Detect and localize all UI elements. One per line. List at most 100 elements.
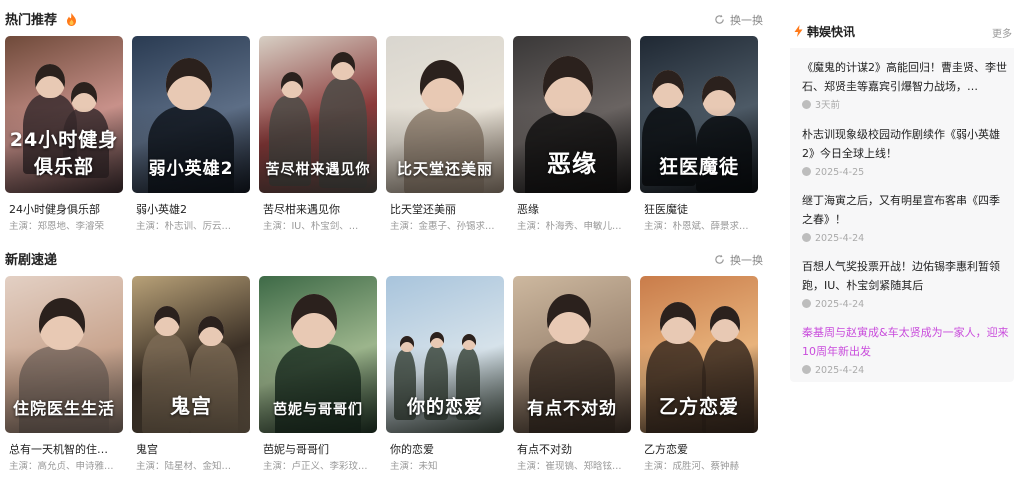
news-headline[interactable]: 朴志训现象级校园动作剧续作《弱小英雄2》今日全球上线！ xyxy=(802,125,1010,163)
poster-shade xyxy=(640,106,758,193)
drama-poster[interactable]: 恶缘 xyxy=(513,36,631,193)
drama-card[interactable]: 鬼宫 鬼宫 主演：陆星材、金知… xyxy=(132,276,250,476)
drama-title[interactable]: 乙方恋爱 xyxy=(644,443,756,457)
news-sidebar: 韩娱快讯 更多 《魔鬼的计谋2》高能回归！曹圭贤、李世石、郑贤圭等嘉宾引爆智力战… xyxy=(790,16,1014,382)
drama-title[interactable]: 弱小英雄2 xyxy=(136,203,248,217)
refresh-icon xyxy=(715,14,724,24)
poster-title: 鬼宫 xyxy=(170,394,212,418)
section-title-text: 新剧速递 xyxy=(5,253,58,268)
news-headline[interactable]: 《魔鬼的计谋2》高能回归！曹圭贤、李世石、郑贤圭等嘉宾引爆智力战场，… xyxy=(802,58,1010,96)
drama-title[interactable]: 总有一天机智的住… xyxy=(9,443,121,457)
news-item[interactable]: 《魔鬼的计谋2》高能回归！曹圭贤、李世石、郑贤圭等嘉宾引爆智力战场，… 3天前 xyxy=(802,58,1010,112)
poster-face xyxy=(39,298,85,350)
drama-poster[interactable]: 24小时健身俱乐部 xyxy=(5,36,123,193)
news-header: 韩娱快讯 更多 xyxy=(790,16,1014,48)
drama-card[interactable]: 苦尽柑来遇见你 苦尽柑来遇见你 主演：IU、朴宝剑、… xyxy=(259,36,377,236)
poster-shade xyxy=(640,346,758,433)
drama-title[interactable]: 恶缘 xyxy=(517,203,629,217)
news-headline[interactable]: 秦基周与赵寅成&车太贤成为一家人，迎来10周年新出发 xyxy=(802,323,1010,361)
poster-title: 比天堂还美丽 xyxy=(396,160,493,178)
refresh-button-hot[interactable]: 换一换 xyxy=(714,13,763,29)
refresh-icon xyxy=(715,254,724,264)
drama-title[interactable]: 比天堂还美丽 xyxy=(390,203,502,217)
drama-card[interactable]: 有点不对劲 有点不对劲 主演：崔现镐、郑晗铉… xyxy=(513,276,631,476)
drama-card[interactable]: 芭妮与哥哥们 芭妮与哥哥们 主演：卢正义、李彩玟… xyxy=(259,276,377,476)
refresh-label: 换一换 xyxy=(730,254,763,267)
poster-title: 乙方恋爱 xyxy=(658,396,739,418)
drama-grid-new: 住院医生生活 总有一天机智的住… 主演：高允贞、申诗雅… 鬼宫 鬼宫 主演：陆星材、金知…… xyxy=(5,276,765,476)
news-title: 韩娱快讯 xyxy=(794,24,855,40)
poster-title: 恶缘 xyxy=(547,150,597,178)
drama-poster[interactable]: 芭妮与哥哥们 xyxy=(259,276,377,433)
drama-cast: 主演：卢正义、李彩玟… xyxy=(263,461,368,472)
news-item[interactable]: 百想人气奖投票开战！边佑锡李惠利暂领跑，IU、朴宝剑紧随其后 2025-4-24 xyxy=(802,257,1010,311)
section-header-hot: 热门推荐 换一换 xyxy=(5,12,763,34)
drama-poster[interactable]: 比天堂还美丽 xyxy=(386,36,504,193)
drama-card[interactable]: 弱小英雄2 弱小英雄2 主演：朴志训、厉云… xyxy=(132,36,250,236)
drama-poster[interactable]: 鬼宫 xyxy=(132,276,250,433)
refresh-button-new[interactable]: 换一换 xyxy=(714,253,763,269)
drama-title[interactable]: 苦尽柑来遇见你 xyxy=(263,203,375,217)
drama-cast: 主演：高允贞、申诗雅… xyxy=(9,461,114,472)
clock-icon xyxy=(802,299,811,308)
drama-card[interactable]: 24小时健身俱乐部 24小时健身俱乐部 主演：郑恩地、李濬荣 xyxy=(5,36,123,236)
drama-poster[interactable]: 你的恋爱 xyxy=(386,276,504,433)
clock-icon xyxy=(802,365,811,374)
drama-poster[interactable]: 弱小英雄2 xyxy=(132,36,250,193)
drama-card[interactable]: 狂医魔徒 狂医魔徒 主演：朴恩斌、薛景求… xyxy=(640,36,758,236)
news-item[interactable]: 朴志训现象级校园动作剧续作《弱小英雄2》今日全球上线！ 2025-4-25 xyxy=(802,125,1010,179)
section-header-new: 新剧速递 换一换 xyxy=(5,252,763,274)
news-date-text: 2025-4-24 xyxy=(815,233,865,244)
news-item[interactable]: 继丁海寅之后，又有明星宣布客串《四季之春》！ 2025-4-24 xyxy=(802,191,1010,245)
drama-title[interactable]: 有点不对劲 xyxy=(517,443,629,457)
drama-title[interactable]: 鬼宫 xyxy=(136,443,248,457)
news-date-text: 3天前 xyxy=(815,100,841,111)
more-link[interactable]: 更多 xyxy=(992,25,1012,40)
drama-poster[interactable]: 有点不对劲 xyxy=(513,276,631,433)
news-headline[interactable]: 百想人气奖投票开战！边佑锡李惠利暂领跑，IU、朴宝剑紧随其后 xyxy=(802,257,1010,295)
poster-title: 芭妮与哥哥们 xyxy=(273,402,363,418)
poster-shade xyxy=(5,346,123,433)
drama-grid-hot: 24小时健身俱乐部 24小时健身俱乐部 主演：郑恩地、李濬荣 弱小英雄2 弱小英雄2 主演… xyxy=(5,36,765,236)
drama-poster[interactable]: 住院医生生活 xyxy=(5,276,123,433)
news-date: 2025-4-24 xyxy=(802,365,1010,377)
poster-shade xyxy=(513,346,631,433)
drama-card[interactable]: 你的恋爱 你的恋爱 主演：未知 xyxy=(386,276,504,476)
poster-title: 弱小英雄2 xyxy=(148,159,234,179)
poster-face xyxy=(198,316,224,346)
drama-cast: 主演：朴志训、厉云… xyxy=(136,221,232,232)
news-date: 2025-4-25 xyxy=(802,167,1010,179)
drama-card[interactable]: 乙方恋爱 乙方恋爱 主演：成胜河、蔡钟赫 xyxy=(640,276,758,476)
drama-title[interactable]: 24小时健身俱乐部 xyxy=(9,203,121,217)
fire-icon xyxy=(66,13,76,26)
news-headline[interactable]: 继丁海寅之后，又有明星宣布客串《四季之春》！ xyxy=(802,191,1010,229)
drama-cast: 主演：成胜河、蔡钟赫 xyxy=(644,461,740,472)
poster-title: 狂医魔徒 xyxy=(658,156,739,178)
news-date: 3天前 xyxy=(802,100,1010,112)
drama-poster[interactable]: 狂医魔徒 xyxy=(640,36,758,193)
drama-cast: 主演：朴恩斌、薛景求… xyxy=(644,221,749,232)
lightning-icon xyxy=(794,25,803,37)
news-item[interactable]: 秦基周与赵寅成&车太贤成为一家人，迎来10周年新出发 2025-4-24 xyxy=(802,323,1010,377)
poster-face xyxy=(331,52,355,80)
poster-face xyxy=(154,306,180,336)
clock-icon xyxy=(802,233,811,242)
poster-title: 苦尽柑来遇见你 xyxy=(265,162,371,178)
drama-card[interactable]: 住院医生生活总有一天机智的住… 主演：高允贞、申诗雅… xyxy=(5,276,123,476)
drama-cast: 主演：郑恩地、李濬荣 xyxy=(9,221,105,232)
drama-poster[interactable]: 苦尽柑来遇见你 xyxy=(259,36,377,193)
drama-card[interactable]: 比天堂还美丽 比天堂还美丽 主演：金惠子、孙锡求… xyxy=(386,36,504,236)
drama-poster[interactable]: 乙方恋爱 xyxy=(640,276,758,433)
section-title-text: 热门推荐 xyxy=(5,13,58,28)
news-date-text: 2025-4-25 xyxy=(815,167,865,178)
section-title-hot: 热门推荐 xyxy=(5,12,77,30)
drama-title[interactable]: 你的恋爱 xyxy=(390,443,502,457)
poster-shade xyxy=(386,346,504,433)
drama-title[interactable]: 芭妮与哥哥们 xyxy=(263,443,375,457)
poster-face xyxy=(420,60,464,112)
drama-card[interactable]: 恶缘 恶缘 主演：朴海秀、申敏儿… xyxy=(513,36,631,236)
drama-cast: 主演：IU、朴宝剑、… xyxy=(263,221,359,232)
drama-title[interactable]: 狂医魔徒 xyxy=(644,203,756,217)
poster-title: 你的恋爱 xyxy=(407,397,483,418)
news-date-text: 2025-4-24 xyxy=(815,365,865,376)
